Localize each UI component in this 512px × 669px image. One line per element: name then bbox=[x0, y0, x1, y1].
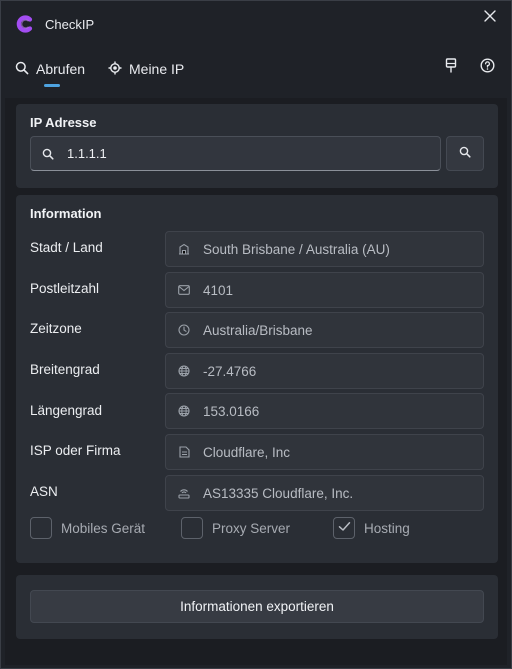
router-icon bbox=[177, 487, 191, 499]
asn-value: AS13335 Cloudflare, Inc. bbox=[203, 485, 354, 501]
location-target-icon bbox=[108, 61, 129, 78]
checkbox-box[interactable] bbox=[181, 517, 203, 539]
hosting-label: Hosting bbox=[364, 520, 410, 536]
checkbox-box[interactable] bbox=[333, 517, 355, 539]
ip-address-value: 1.1.1.1 bbox=[67, 146, 107, 161]
longitude-value: 153.0166 bbox=[203, 403, 260, 419]
close-button[interactable] bbox=[479, 7, 501, 29]
help-button[interactable] bbox=[476, 57, 498, 79]
globe-icon bbox=[177, 365, 191, 377]
export-button[interactable]: Informationen exportieren bbox=[30, 590, 484, 623]
postal-code-label: Postleitzahl bbox=[30, 281, 100, 296]
tab-label: Abrufen bbox=[36, 61, 86, 77]
search-icon bbox=[15, 61, 36, 78]
isp-label: ISP oder Firma bbox=[30, 443, 121, 458]
close-icon bbox=[483, 9, 497, 28]
export-panel: Informationen exportieren bbox=[16, 575, 498, 639]
clock-icon bbox=[177, 324, 191, 336]
mobile-device-label: Mobiles Gerät bbox=[61, 520, 146, 536]
ip-address-panel: IP Adresse 1.1.1.1 bbox=[16, 104, 498, 188]
mobile-device-checkbox[interactable]: Mobiles Gerät bbox=[30, 517, 145, 539]
isp-value: Cloudflare, Inc bbox=[203, 444, 291, 460]
tab-bar: Abrufen Meine IP bbox=[1, 49, 511, 89]
city-country-value: South Brisbane / Australia (AU) bbox=[203, 241, 390, 257]
proxy-server-label: Proxy Server bbox=[212, 520, 291, 536]
help-icon bbox=[479, 58, 495, 78]
app-logo-icon bbox=[16, 15, 34, 33]
postal-code-value: 4101 bbox=[203, 282, 234, 298]
latitude-value: -27.4766 bbox=[203, 363, 257, 379]
tab-abrufen[interactable]: Abrufen bbox=[15, 57, 85, 81]
building-icon bbox=[177, 243, 191, 255]
pin-button[interactable] bbox=[440, 57, 462, 79]
search-icon bbox=[459, 145, 471, 163]
app-window: CheckIP Abrufen Meine IP IP Adresse 1.1.… bbox=[0, 0, 512, 669]
longitude-label: Längengrad bbox=[30, 403, 103, 418]
asn-label: ASN bbox=[30, 484, 58, 499]
asn-field[interactable]: AS13335 Cloudflare, Inc. bbox=[165, 475, 484, 511]
city-country-field[interactable]: South Brisbane / Australia (AU) bbox=[165, 231, 484, 267]
timezone-label: Zeitzone bbox=[30, 321, 82, 336]
search-icon bbox=[42, 148, 54, 160]
ip-address-input[interactable]: 1.1.1.1 bbox=[30, 136, 441, 171]
pin-icon bbox=[445, 58, 457, 78]
information-heading: Information bbox=[30, 206, 102, 221]
title-bar: CheckIP bbox=[1, 1, 511, 47]
app-title: CheckIP bbox=[45, 17, 95, 32]
timezone-value: Australia/Brisbane bbox=[203, 322, 313, 338]
mail-icon bbox=[177, 285, 191, 295]
lookup-button[interactable] bbox=[446, 136, 484, 171]
checkbox-box[interactable] bbox=[30, 517, 52, 539]
tab-label: Meine IP bbox=[129, 61, 185, 77]
timezone-field[interactable]: Australia/Brisbane bbox=[165, 312, 484, 348]
isp-field[interactable]: Cloudflare, Inc bbox=[165, 434, 484, 470]
proxy-server-checkbox[interactable]: Proxy Server bbox=[181, 517, 290, 539]
latitude-field[interactable]: -27.4766 bbox=[165, 353, 484, 389]
checkmark-icon bbox=[338, 519, 351, 537]
information-panel: Information Stadt / Land South Brisbane … bbox=[16, 195, 498, 563]
active-tab-indicator bbox=[44, 84, 60, 87]
longitude-field[interactable]: 153.0166 bbox=[165, 393, 484, 429]
document-icon bbox=[177, 446, 191, 458]
globe-icon bbox=[177, 405, 191, 417]
tab-meine-ip[interactable]: Meine IP bbox=[108, 57, 184, 81]
city-country-label: Stadt / Land bbox=[30, 240, 103, 255]
main-content: IP Adresse 1.1.1.1 Information Stadt / L… bbox=[5, 98, 507, 665]
hosting-checkbox[interactable]: Hosting bbox=[333, 517, 410, 539]
postal-code-field[interactable]: 4101 bbox=[165, 272, 484, 308]
ip-address-heading: IP Adresse bbox=[30, 115, 97, 130]
latitude-label: Breitengrad bbox=[30, 362, 100, 377]
